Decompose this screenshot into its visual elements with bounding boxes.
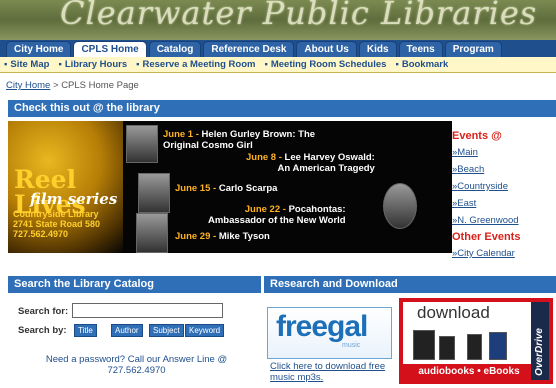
- mp3-player-icon: [467, 334, 482, 360]
- search-by-subject-button[interactable]: Subject: [149, 324, 184, 337]
- subnav-library-hours[interactable]: Library Hours: [58, 59, 127, 70]
- tab-kids[interactable]: Kids: [358, 41, 397, 57]
- reel-location: Countryside Library 2741 State Road 580 …: [13, 209, 100, 239]
- freegal-banner[interactable]: freegal music: [267, 307, 392, 359]
- site-title: Clearwater Public Libraries: [60, 0, 538, 32]
- film-june-29: June 29 - Mike Tyson: [175, 231, 270, 242]
- location-phone: 727.562.4970: [13, 229, 69, 239]
- film-date: June 22 -: [244, 204, 286, 215]
- research-heading: Research and Download: [264, 276, 556, 293]
- overdrive-banner[interactable]: download audiobooks • eBooks OverDrive: [399, 298, 553, 384]
- other-events-heading: Other Events: [452, 231, 521, 243]
- search-by-author-button[interactable]: Author: [111, 324, 143, 337]
- film-date: June 15 -: [175, 183, 217, 194]
- tab-reference-desk[interactable]: Reference Desk: [203, 41, 295, 57]
- film-date: June 8 -: [246, 152, 282, 163]
- overdrive-footer: audiobooks • eBooks: [403, 364, 535, 380]
- overdrive-brand-strip: OverDrive: [531, 302, 549, 380]
- freegal-download-link[interactable]: Click here to download free music mp3s.: [270, 361, 390, 383]
- overdrive-download-label: download: [417, 303, 490, 322]
- film-date: June 29 -: [175, 231, 217, 242]
- film-title: Helen Gurley Brown: The: [201, 129, 316, 140]
- password-note: Need a password? Call our Answer Line @ …: [45, 354, 228, 376]
- site-header: Clearwater Public Libraries: [0, 0, 556, 40]
- breadcrumb-city-home[interactable]: City Home: [6, 80, 50, 91]
- tab-programs[interactable]: Program: [444, 41, 502, 57]
- breadcrumb-separator: >: [52, 80, 59, 91]
- main-nav: City Home CPLS Home Catalog Reference De…: [0, 40, 556, 57]
- film-june-1: June 1 - Helen Gurley Brown: The Origina…: [163, 129, 315, 151]
- film-date: June 1 -: [163, 129, 199, 140]
- tab-catalog[interactable]: Catalog: [148, 41, 202, 57]
- film-title-line2: Original Cosmo Girl: [163, 140, 253, 151]
- catalog-search-input[interactable]: [72, 303, 223, 318]
- location-address: 2741 State Road 580: [13, 219, 101, 229]
- tab-teens[interactable]: Teens: [398, 41, 443, 57]
- film-title: Pocahontas:: [288, 204, 346, 215]
- film-june-22: June 22 - Pocahontas: Ambassador of the …: [208, 204, 346, 226]
- search-by-label: Search by:: [18, 325, 67, 336]
- film-title-line2: An American Tragedy: [277, 163, 375, 174]
- freegal-logo: freegal: [276, 310, 368, 343]
- breadcrumb: City Home > CPLS Home Page: [6, 80, 139, 91]
- portrait-photo: [138, 173, 170, 213]
- events-link-n-greenwood[interactable]: N. Greenwood: [452, 215, 552, 226]
- ereader-icon: [413, 330, 435, 360]
- catalog-heading: Search the Library Catalog: [8, 276, 261, 293]
- film-title-line2: Ambassador of the New World: [208, 215, 346, 226]
- subnav-site-map[interactable]: Site Map: [4, 59, 49, 70]
- events-link-east[interactable]: East: [452, 198, 552, 209]
- overdrive-logo: OverDrive: [534, 328, 545, 376]
- tab-city-home[interactable]: City Home: [6, 41, 72, 57]
- portrait-photo: [136, 213, 168, 253]
- freegal-tagline: music: [342, 342, 361, 349]
- sub-nav: Site Map Library Hours Reserve a Meeting…: [0, 57, 556, 73]
- tab-cpls-home[interactable]: CPLS Home: [73, 41, 147, 57]
- breadcrumb-current: CPLS Home Page: [61, 80, 139, 91]
- location-name: Countryside Library: [13, 209, 99, 219]
- reel-subtitle: film series: [30, 190, 118, 208]
- events-sidebar: Events @ Main Beach Countryside East N. …: [452, 130, 552, 265]
- audio-player-icon: [489, 332, 507, 360]
- events-link-city-calendar[interactable]: City Calendar: [452, 248, 552, 259]
- film-title: Carlo Scarpa: [218, 183, 278, 194]
- events-link-countryside[interactable]: Countryside: [452, 181, 552, 192]
- search-for-label: Search for:: [18, 306, 69, 317]
- film-title: Lee Harvey Oswald:: [284, 152, 375, 163]
- film-june-8: June 8 - Lee Harvey Oswald: An American …: [246, 152, 375, 174]
- tab-about-us[interactable]: About Us: [296, 41, 357, 57]
- portrait-photo: [383, 183, 417, 229]
- events-link-beach[interactable]: Beach: [452, 164, 552, 175]
- search-by-title-button[interactable]: Title: [74, 324, 97, 337]
- feature-heading: Check this out @ the library: [8, 100, 556, 117]
- subnav-reserve-room[interactable]: Reserve a Meeting Room: [136, 59, 255, 70]
- phone-icon: [439, 336, 455, 360]
- film-reel-graphic: Reel Lives film series Countryside Libra…: [8, 121, 123, 253]
- reel-lives-banner[interactable]: Reel Lives film series Countryside Libra…: [8, 121, 452, 253]
- film-june-15: June 15 - Carlo Scarpa: [175, 183, 277, 194]
- subnav-room-schedules[interactable]: Meeting Room Schedules: [264, 59, 387, 70]
- events-link-main[interactable]: Main: [452, 147, 552, 158]
- subnav-bookmark[interactable]: Bookmark: [395, 59, 448, 70]
- film-title: Mike Tyson: [218, 231, 270, 242]
- search-by-keyword-button[interactable]: Keyword: [185, 324, 225, 337]
- portrait-photo: [126, 125, 158, 163]
- events-heading: Events @: [452, 130, 502, 142]
